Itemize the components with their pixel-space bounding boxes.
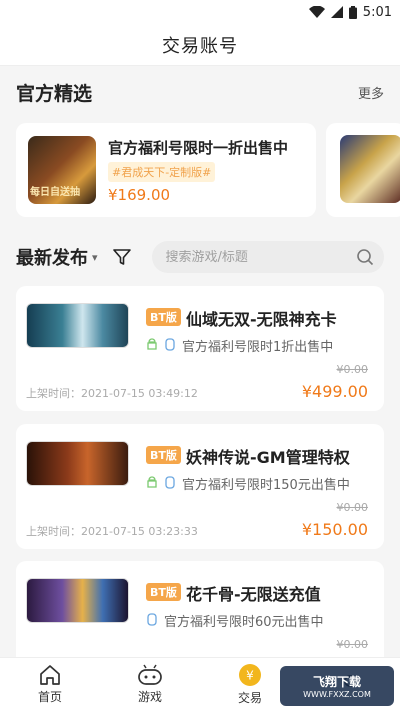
platform-icons [146,613,158,626]
featured-section-title: 官方精选 [16,82,93,105]
original-price: ¥0.00 [336,363,369,376]
tab-home[interactable]: 首页 [0,658,100,711]
listing-card[interactable]: BT版 仙域无双-无限神充卡 官方福利号限时1折出售中 ¥0.00 上架时间：2… [16,286,384,411]
original-price: ¥0.00 [336,638,369,651]
featured-section-header: 官方精选 更多 [0,78,400,106]
featured-info: 官方福利号限时一折出售中 #君成天下-定制版# ¥169.00 [108,137,288,204]
latest-section-title[interactable]: 最新发布 [16,244,88,270]
gamepad-icon [138,664,162,685]
listing-screenshot [26,303,129,348]
battery-icon [348,5,357,19]
featured-card[interactable]: 每日自送抽 官方福利号限时一折出售中 #君成天下-定制版# ¥169.00 [16,123,316,217]
android-icon [147,476,157,488]
tab-games-label: 游戏 [137,690,162,704]
search-input[interactable] [165,249,336,265]
watermark-text: 飞翔下载 [312,675,361,689]
featured-thumbnail: 每日自送抽 [28,136,96,204]
bt-badge: BT版 [146,308,181,326]
featured-title: 官方福利号限时一折出售中 [108,138,289,157]
platform-icons [146,476,176,489]
featured-thumbnail-caption: 每日自送抽 [30,187,80,198]
watermark-logo: 飞翔下载 WWW.FXXZ.COM [280,666,394,706]
listing-card[interactable]: BT版 妖神传说-GM管理特权 官方福利号限时150元出售中 ¥0.00 上架时… [16,424,384,549]
listing-description: 官方福利号限时60元出售中 [164,615,324,630]
platform-icons [146,338,176,351]
svg-text:¥: ¥ [246,669,254,683]
yen-coin-icon: ¥ [239,664,261,686]
search-icon[interactable] [356,248,374,266]
wifi-icon [308,6,325,18]
featured-card-next[interactable] [326,123,400,217]
listing-time: 上架时间：2021-07-15 03:49:12 [26,387,198,400]
listing-title: 花千骨-无限送充值 [186,585,321,604]
ios-icon [165,338,175,351]
tab-trade-label: 交易 [237,691,262,705]
ios-icon [147,613,157,626]
more-link[interactable]: 更多 [358,83,384,102]
listing-description: 官方福利号限时150元出售中 [182,478,350,493]
page-title: 交易账号 [162,35,238,57]
filter-icon[interactable] [112,247,132,267]
listing-price: ¥150.00 [301,520,368,539]
featured-tag: #君成天下-定制版# [108,161,216,182]
search-bar[interactable] [151,241,384,273]
original-price: ¥0.00 [336,501,369,514]
bt-badge: BT版 [146,583,181,601]
android-icon [147,338,157,350]
featured-thumbnail-next [340,135,400,203]
latest-filter-row: 最新发布 ▾ [0,240,400,274]
tab-games[interactable]: 游戏 [100,658,200,711]
bt-badge: BT版 [146,446,181,464]
status-bar: 5:01 [0,0,400,24]
ios-icon [165,476,175,489]
status-time: 5:01 [362,4,392,20]
chevron-down-icon[interactable]: ▾ [92,251,98,264]
title-bar: 交易账号 [0,24,400,66]
listing-screenshot [26,578,129,623]
listing-title: 妖神传说-GM管理特权 [186,448,350,467]
listing-screenshot [26,441,129,486]
signal-icon [330,6,343,18]
listing-price: ¥499.00 [301,382,368,401]
tab-home-label: 首页 [37,690,62,704]
listing-description: 官方福利号限时1折出售中 [182,340,334,355]
listing-time: 上架时间：2021-07-15 03:23:33 [26,525,198,538]
watermark-url: WWW.FXXZ.COM [303,690,371,699]
home-icon [40,665,60,685]
listing-title: 仙域无双-无限神充卡 [186,310,337,329]
featured-price: ¥169.00 [108,185,171,204]
